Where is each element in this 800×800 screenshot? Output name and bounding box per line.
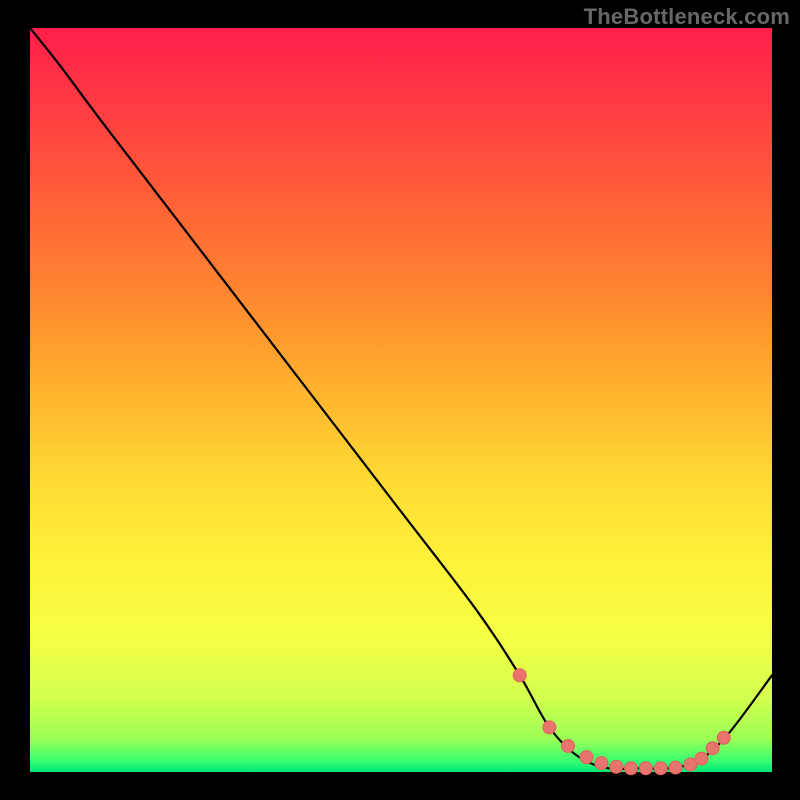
gradient-background (30, 28, 772, 772)
sweet-spot-marker (625, 762, 638, 775)
sweet-spot-marker (610, 760, 623, 773)
plot-layer (30, 28, 772, 775)
sweet-spot-marker (669, 761, 682, 774)
sweet-spot-marker (654, 762, 667, 775)
sweet-spot-marker (561, 739, 574, 752)
sweet-spot-marker (595, 757, 608, 770)
bottleneck-chart (0, 0, 800, 800)
sweet-spot-marker (513, 669, 526, 682)
sweet-spot-marker (706, 742, 719, 755)
sweet-spot-marker (639, 762, 652, 775)
watermark-label: TheBottleneck.com (584, 4, 790, 30)
sweet-spot-marker (543, 721, 556, 734)
sweet-spot-marker (580, 751, 593, 764)
sweet-spot-marker (695, 752, 708, 765)
chart-stage: TheBottleneck.com (0, 0, 800, 800)
sweet-spot-marker (717, 731, 730, 744)
